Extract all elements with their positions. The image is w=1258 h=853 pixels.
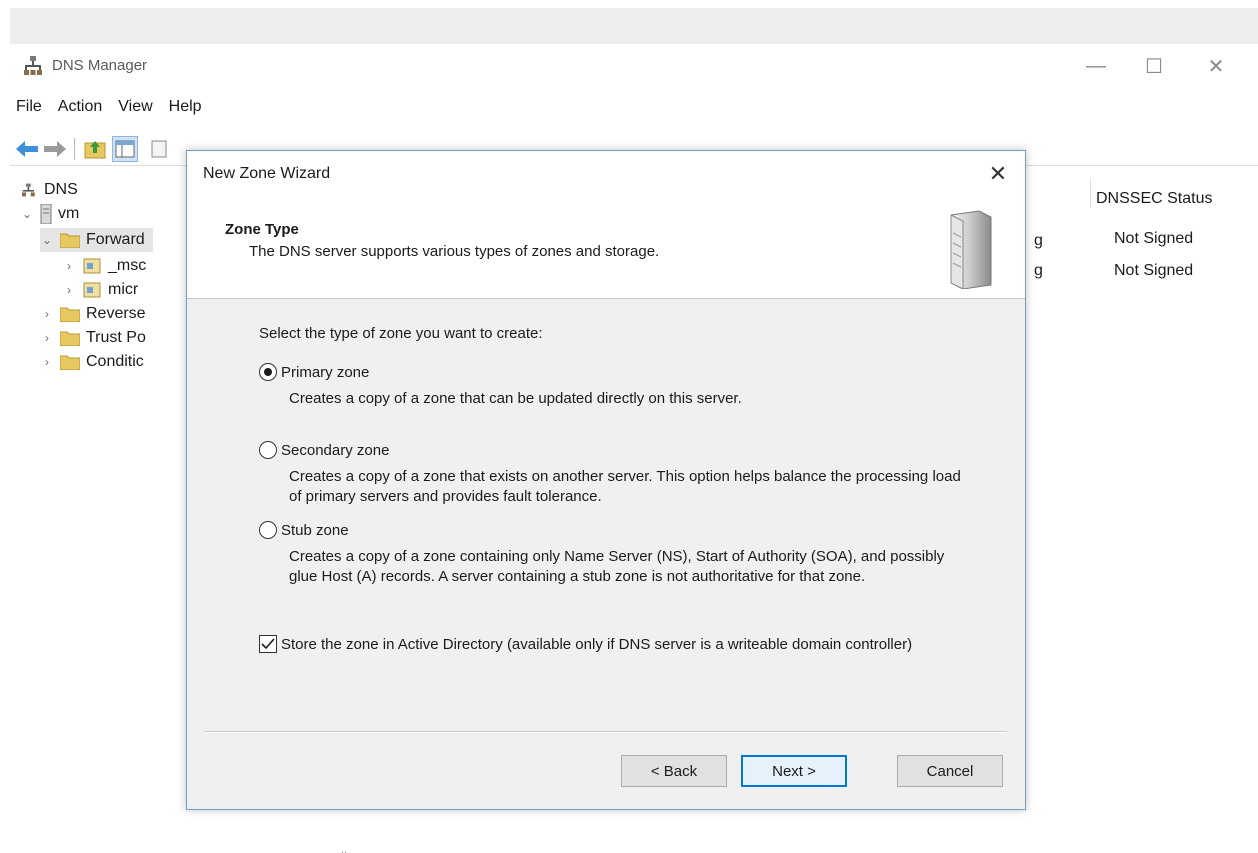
stub-zone-radio[interactable]	[259, 521, 277, 539]
close-window-button[interactable]: ✕	[1196, 52, 1236, 80]
tree-item-dns[interactable]: DNS	[22, 178, 78, 202]
tree-item-msdcs[interactable]: › _msc	[62, 254, 146, 278]
dialog-title: New Zone Wizard	[203, 165, 331, 182]
store-ad-label: Store the zone in Active Directory (avai…	[281, 636, 913, 653]
new-zone-wizard-dialog: New Zone Wizard ✕ Zone Type The DNS serv…	[186, 150, 1026, 810]
tree-item-forward-lookup-zones[interactable]: ⌄ Forward	[40, 228, 153, 252]
zone-type-prompt: Select the type of zone you want to crea…	[259, 325, 543, 342]
option-store-in-active-directory[interactable]: Store the zone in Active Directory (avai…	[259, 635, 989, 655]
tree-item-reverse-lookup-zones[interactable]: › Reverse	[40, 302, 146, 326]
chevron-right-icon[interactable]: ›	[62, 283, 76, 297]
option-secondary-zone[interactable]: Secondary zone	[259, 441, 389, 459]
secondary-zone-label: Secondary zone	[281, 441, 390, 459]
stub-zone-description: Creates a copy of a zone containing only…	[289, 548, 945, 585]
server-tower-icon	[950, 210, 992, 289]
menu-help[interactable]: Help	[163, 98, 208, 124]
footer-divider-highlight	[205, 732, 1007, 733]
zone-icon	[83, 282, 101, 298]
back-button[interactable]: < Back	[621, 755, 727, 787]
tree-label-dns: DNS	[44, 181, 78, 198]
secondary-zone-description: Creates a copy of a zone that exists on …	[289, 468, 961, 505]
column-header-dnssec-status[interactable]: DNSSEC Status	[1096, 190, 1212, 208]
server-icon	[40, 204, 52, 224]
tree-item-server[interactable]: ⌄ vm	[20, 202, 79, 226]
dialog-title-bar: New Zone Wizard ✕	[187, 151, 1025, 197]
cancel-button[interactable]: Cancel	[897, 755, 1003, 787]
list-cell-dnssec: Not Signed	[1114, 230, 1194, 247]
tree-label-msdcs: _msc	[108, 257, 147, 274]
window-title: DNS Manager	[52, 57, 148, 74]
top-strip	[0, 0, 1258, 44]
folder-icon	[60, 355, 80, 370]
folder-icon	[60, 307, 80, 322]
tree-label-trust: Trust Po	[86, 329, 146, 346]
chevron-down-icon[interactable]: ⌄	[40, 233, 54, 247]
store-ad-checkbox[interactable]	[259, 635, 277, 653]
folder-icon	[60, 331, 80, 346]
forward-arrow-icon[interactable]	[42, 136, 68, 162]
maximize-button[interactable]: ☐	[1134, 52, 1174, 80]
chevron-down-icon[interactable]: ⌄	[20, 207, 34, 221]
title-bar: DNS Manager — ☐ ✕	[10, 44, 1258, 88]
chevron-right-icon[interactable]: ›	[40, 307, 54, 321]
column-separator[interactable]	[1090, 178, 1091, 208]
option-stub-zone[interactable]: Stub zone	[259, 521, 349, 539]
menu-file[interactable]: File	[10, 98, 48, 124]
dns-manager-icon	[24, 56, 42, 75]
list-cell-dnssec: Not Signed	[1114, 262, 1194, 279]
menu-bar: File Action View Help	[10, 98, 212, 124]
folder-icon	[60, 233, 80, 248]
minimize-button[interactable]: —	[1076, 52, 1116, 80]
zone-icon	[83, 258, 101, 274]
show-hide-console-tree-icon[interactable]	[112, 136, 138, 162]
tree-item-microsoft[interactable]: › micr	[62, 278, 138, 302]
wizard-header: Zone Type The DNS server supports variou…	[187, 197, 1025, 299]
list-cell-fragment: g	[1034, 262, 1043, 279]
tree-label-conditional: Conditic	[86, 353, 144, 370]
chevron-right-icon[interactable]: ›	[62, 259, 76, 273]
stub-zone-label: Stub zone	[281, 521, 349, 539]
menu-action[interactable]: Action	[52, 98, 108, 124]
tree-item-conditional-forwarders[interactable]: › Conditic	[40, 350, 144, 374]
checkmark-icon	[261, 638, 275, 650]
back-arrow-icon[interactable]	[14, 136, 40, 162]
primary-zone-description: Creates a copy of a zone that can be upd…	[289, 390, 742, 407]
toolbar-separator	[74, 138, 75, 160]
dialog-close-button[interactable]: ✕	[983, 159, 1013, 189]
next-button[interactable]: Next >	[741, 755, 847, 787]
dns-icon	[22, 183, 35, 197]
up-folder-icon[interactable]	[82, 136, 108, 162]
tree-label-microsoft: micr	[108, 281, 139, 298]
option-primary-zone[interactable]: Primary zone	[259, 363, 369, 381]
primary-zone-radio[interactable]	[259, 363, 277, 381]
menu-view[interactable]: View	[112, 98, 158, 124]
properties-icon[interactable]	[146, 136, 172, 162]
chevron-right-icon[interactable]: ›	[40, 331, 54, 345]
tree-label-server: vm	[58, 205, 80, 222]
primary-zone-label: Primary zone	[281, 363, 370, 381]
wizard-page-subtitle: The DNS server supports various types of…	[249, 243, 660, 260]
tree-label-forward: Forward	[86, 231, 145, 248]
wizard-page-title: Zone Type	[225, 221, 299, 238]
top-strip-background	[10, 8, 1258, 44]
secondary-zone-radio[interactable]	[259, 441, 277, 459]
chevron-right-icon[interactable]: ›	[40, 355, 54, 369]
list-cell-fragment: g	[1034, 232, 1043, 249]
tree-item-trust-points[interactable]: › Trust Po	[40, 326, 146, 350]
tree-label-reverse: Reverse	[86, 305, 146, 322]
